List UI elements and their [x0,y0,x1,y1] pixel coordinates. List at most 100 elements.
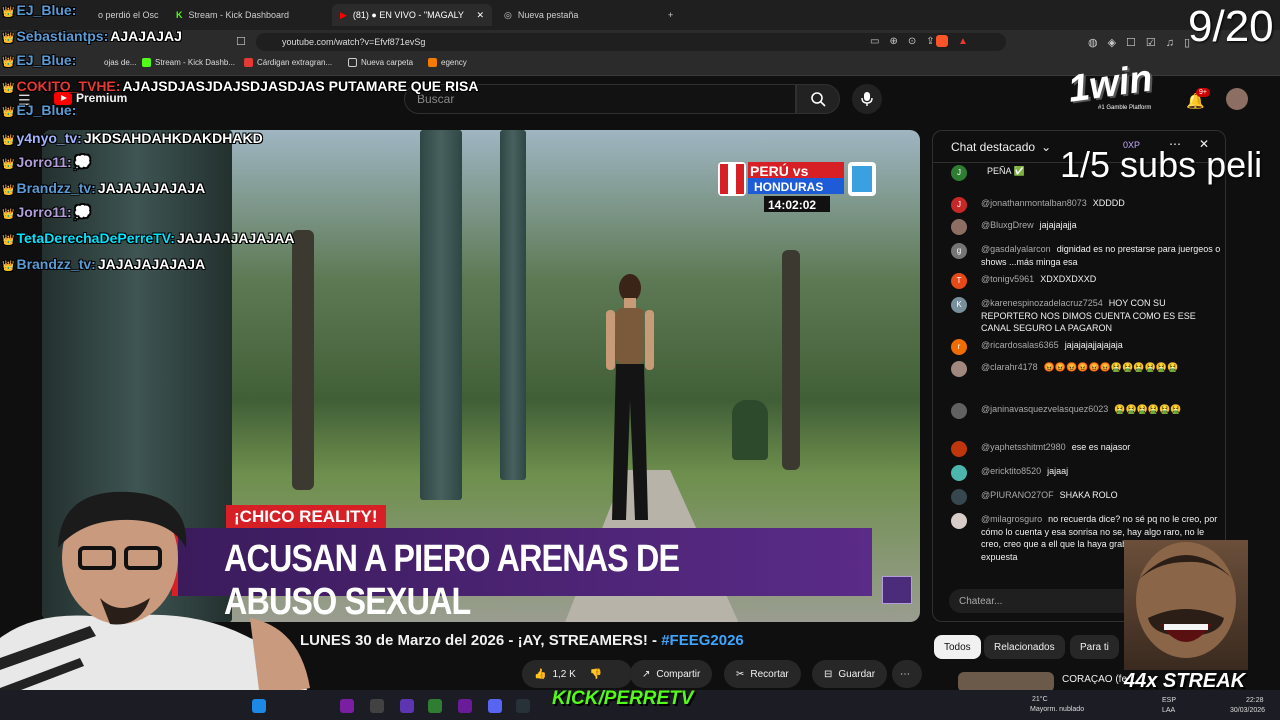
overlay-chat-text: AJAJAJAJ [110,28,182,44]
chat-avatar[interactable] [951,441,967,457]
browser-tab[interactable]: ◎ Nueva pestaña [496,4,656,26]
overlay-chat-user: Sebastiantps: [16,28,109,44]
extensions-icons[interactable]: ◍◈☐☑♫▯ [1088,36,1200,49]
kick-icon: K [176,10,183,20]
taskbar-app-icon[interactable] [370,699,384,713]
share-button[interactable]: ↗ Compartir [630,660,713,688]
chat-text: jajajajajjajajaja [1064,340,1123,350]
weather-desc[interactable]: Mayorm. nublado [1030,706,1084,713]
chat-avatar[interactable] [951,465,967,481]
chat-message-body: @karenespinozadelacruz7254 HOY CON SU REP… [981,297,1221,335]
avatar[interactable] [1226,88,1248,110]
taskbar-app-icon[interactable] [400,699,414,713]
chat-avatar[interactable]: K [951,297,967,313]
chat-author[interactable]: @jonathanmontalban8073 [981,198,1087,208]
chat-avatar[interactable]: r [951,339,967,355]
bookmark-item[interactable]: Cárdigan extragran... [244,58,332,67]
chip-todos[interactable]: Todos [934,635,981,659]
chat-author[interactable]: @BluxgDrew [981,220,1034,230]
overlay-chat-line: 👑 Brandzz_tv: JAJAJAJAJAJA [2,256,205,272]
crown-badge-icon: 👑 [2,57,15,68]
crown-badge-icon: 👑 [2,83,15,94]
share-icon: ↗ [642,668,651,680]
bookmark-icon[interactable]: ☐ [236,35,246,48]
overlay-chat-text: JAJAJAJAJAJA [97,256,206,272]
channel-watermark [882,576,912,604]
taskbar-app-icon[interactable] [428,699,442,713]
taskbar-app-icon[interactable] [252,699,266,713]
kick-handle: KICK/PERRETV [552,688,694,709]
bookmark-item[interactable]: ojas de... [104,58,136,67]
crown-badge-icon: 👑 [2,135,15,146]
overlay-chat-user: COKITO_TVHE: [16,78,121,94]
chat-avatar[interactable]: J [951,165,967,181]
chat-author[interactable]: @ricardosalas6365 [981,340,1059,350]
chat-avatar[interactable]: g [951,243,967,259]
overlay-chat-text: AJAJSDJASJDAJSDJASDJAS PUTAMARE QUE RISA [122,78,479,94]
store-icon [244,58,253,67]
thumbs-down-icon[interactable]: 👎 [590,669,602,680]
browser-tab[interactable]: K Stream - Kick Dashboard [168,4,328,26]
save-button[interactable]: ⊟ Guardar [812,660,888,688]
chip-relacionados[interactable]: Relacionados [984,635,1065,659]
chat-author[interactable]: @clarahr4178 [981,362,1038,372]
clock-date[interactable]: 30/03/2026 [1230,707,1265,714]
more-actions-button[interactable]: ⋯ [892,660,922,688]
chat-text: PEÑA ✅ [987,166,1025,176]
address-bar-actions[interactable]: ▭⊕⊙⇪ [870,36,945,47]
chat-author[interactable]: @janinavasquezvelasquez6023 [981,404,1108,414]
add-tab-button[interactable]: + [660,4,680,26]
chat-text: 😡😡😡😡😡😡🤮🤮🤮🤮🤮🤮 [1043,362,1179,372]
chat-message-body: @ricardosalas6365 jajajajajjajajaja [981,339,1221,352]
chat-author[interactable]: @milagrosguro [981,514,1042,524]
chat-avatar[interactable] [951,513,967,529]
overlay-chat-text: JKDSAHDAHKDAKDHAKD [83,130,263,146]
chat-author[interactable]: @yaphetsshitmt2980 [981,442,1066,452]
chat-author[interactable]: @gasdalyalarcon [981,244,1051,254]
bookmark-item[interactable]: egency [428,58,467,67]
related-title[interactable]: CORAÇAO (fe [1062,674,1127,685]
close-tab-icon[interactable]: ✕ [476,10,484,21]
voice-search-button[interactable] [852,84,882,114]
overlay-chat-line: 👑 Brandzz_tv: JAJAJAJAJAJA [2,180,205,196]
chat-avatar[interactable] [951,403,967,419]
browser-tab-active[interactable]: ▶ (81) ● EN VIVO - "MAGALY ✕ [332,4,492,26]
clock-time[interactable]: 22:28 [1246,697,1264,704]
chat-author[interactable]: @karenespinozadelacruz7254 [981,298,1103,308]
chat-avatar[interactable] [951,361,967,377]
overlay-chat-text: JAJAJAJAJAJA [97,180,206,196]
overlay-chat-text: JAJAJAJAJAJAA [176,230,295,246]
chat-author[interactable]: @ericktito8520 [981,466,1041,476]
search-button[interactable] [796,84,840,114]
hashtag-link[interactable]: #FEEG2026 [661,632,744,649]
taskbar-app-icon[interactable] [458,699,472,713]
overlay-chat-line: 👑 EJ_Blue: [2,2,78,18]
chat-author[interactable]: @tonigv5961 [981,274,1034,284]
chat-avatar[interactable]: J [951,197,967,213]
discord-icon[interactable] [488,699,502,713]
taskbar-app-icon[interactable] [340,699,354,713]
browser-tab[interactable]: o perdió el Osc [90,4,164,26]
weather-temp[interactable]: 21°C [1032,696,1048,703]
like-button[interactable]: 👍 1,2 K 👎 [522,660,632,688]
brave-shield-icon[interactable] [936,35,948,47]
taskbar-app-icon[interactable] [516,699,530,713]
clip-button[interactable]: ✂ Recortar [724,660,801,688]
chat-avatar[interactable]: T [951,273,967,289]
related-thumbnail[interactable] [958,672,1054,692]
language-layout[interactable]: LAA [1162,707,1175,714]
chat-message-body: @ericktito8520 jajaaj [981,465,1221,478]
chat-author[interactable]: @PIURANO27OF [981,490,1054,500]
language-indicator[interactable]: ESP [1162,697,1176,704]
overlay-chat-user: Brandzz_tv: [16,180,96,196]
chat-message: @clarahr4178 😡😡😡😡😡😡🤮🤮🤮🤮🤮🤮 [951,361,1221,377]
chip-para-ti[interactable]: Para ti [1070,635,1119,659]
chat-message-body: @jonathanmontalban8073 XDDDD [981,197,1221,210]
notification-badge: 9+ [1196,88,1210,97]
bookmark-item[interactable]: Stream - Kick Dashb... [142,58,235,67]
bookmark-folder[interactable]: Nueva carpeta [348,58,413,67]
alert-icon[interactable]: ▲ [958,36,968,47]
chat-avatar[interactable] [951,219,967,235]
crown-badge-icon: 👑 [2,33,15,44]
chat-avatar[interactable] [951,489,967,505]
